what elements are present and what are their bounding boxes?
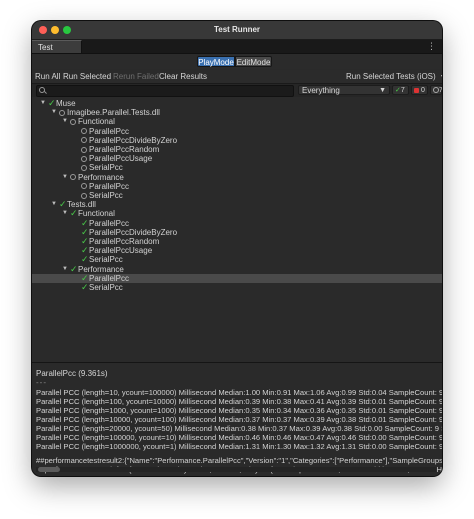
tree-row[interactable]: ✓ SerialPcc [32, 254, 442, 265]
log-line: Parallel PCC (length=100, ycount=10000) … [36, 397, 442, 406]
expand-arrow-icon[interactable]: ▼ [40, 99, 46, 108]
skipped-filter-toggle[interactable]: 7 [430, 85, 442, 95]
log-line: Parallel PCC (length=10000, ycount=100) … [36, 415, 442, 424]
failed-filter-toggle[interactable]: 0 [411, 85, 428, 95]
tree-row-label: ParallelPccRandom [89, 145, 160, 154]
log-line: Parallel PCC (length=10, ycount=100000) … [36, 388, 442, 397]
title-bar: Test Runner [32, 21, 442, 40]
expand-arrow-icon[interactable]: ▼ [62, 209, 68, 218]
run-all-button[interactable]: Run All [35, 71, 60, 82]
expand-arrow-icon[interactable]: ▼ [62, 265, 68, 274]
passed-check-icon: ✓ [81, 254, 89, 265]
tree-row[interactable]: ▼ ✓ Tests.dll [32, 199, 442, 210]
tree-row[interactable]: SerialPcc [32, 191, 442, 200]
tree-row[interactable]: ▼ Imagibee.Parallel.Tests.dll [32, 108, 442, 117]
passed-check-icon: ✓ [48, 98, 56, 108]
passed-count: 7 [400, 87, 405, 94]
passed-check-icon: ✓ [81, 282, 89, 292]
tab-strip: Test Runner ⋮ [32, 40, 442, 65]
tree-row-label: ParallelPcc [89, 218, 130, 228]
tree-row-label: SerialPcc [89, 191, 123, 200]
expand-arrow-icon[interactable]: ▼ [62, 117, 68, 126]
window-title: Test Runner [213, 25, 261, 34]
tree-row[interactable]: ▼ Performance [32, 173, 442, 182]
tree-row-label: ParallelPccUsage [89, 246, 153, 256]
chevron-down-icon: ▼ [440, 74, 442, 81]
playmode-tab[interactable]: PlayMode [197, 56, 235, 67]
tree-row[interactable]: ParallelPcc [32, 127, 442, 136]
chevron-down-icon: ▼ [379, 87, 386, 94]
mode-bar: PlayMode EditMode [32, 54, 442, 69]
run-selected-platform-dropdown[interactable]: Run Selected Tests (iOS) ▼ [346, 71, 442, 82]
tree-row-label: SerialPcc [89, 283, 123, 292]
tree-row[interactable]: ▼ Functional [32, 117, 442, 126]
scrollbar-thumb[interactable] [38, 467, 60, 472]
toolbar: Run All Run Selected Rerun Failed Clear … [32, 70, 442, 83]
search-icon [39, 87, 45, 93]
tree-row-label: ParallelPcc [89, 273, 130, 283]
passed-check-icon: ✓ [59, 199, 67, 210]
expand-arrow-icon[interactable]: ▼ [62, 173, 68, 182]
test-tree: ▼ ✓ Muse ▼ Imagibee.Parallel.Tests.dll ▼ Funct… [32, 97, 442, 362]
skipped-count: 7 [439, 87, 442, 94]
passed-check-icon: ✓ [70, 263, 78, 274]
details-title: ParallelPcc (9.361s) [36, 369, 108, 378]
tree-row[interactable]: ✓ ParallelPcc [32, 218, 442, 228]
filter-bar: Everything ▼ ✓7 0 7 [32, 83, 442, 98]
editmode-tab[interactable]: EditMode [235, 56, 272, 67]
details-panel: ParallelPcc (9.361s) --- Parallel PCC (l… [32, 363, 442, 476]
tree-row-label: ParallelPccDivideByZero [89, 227, 178, 237]
log-line: Parallel PCC (length=100000, ycount=10) … [36, 433, 442, 442]
tree-row-label: Performance [78, 172, 124, 182]
tree-row-label: Muse [56, 99, 76, 108]
category-value: Everything [302, 86, 340, 95]
tree-row[interactable]: ParallelPcc [32, 182, 442, 191]
tree-row[interactable]: SerialPcc [32, 163, 442, 172]
category-dropdown[interactable]: Everything ▼ [298, 85, 390, 95]
tree-row-label: ParallelPccUsage [89, 154, 153, 164]
tree-row[interactable]: ✓ ParallelPccUsage [32, 245, 442, 256]
horizontal-scrollbar[interactable] [36, 467, 436, 472]
passed-filter-toggle[interactable]: ✓7 [392, 85, 409, 95]
tree-row[interactable]: ▼ ✓ Muse [32, 98, 442, 108]
expand-arrow-icon[interactable]: ▼ [51, 108, 57, 117]
tree-row-label: ParallelPccRandom [89, 237, 160, 246]
passed-check-icon: ✓ [70, 208, 78, 219]
tree-row-label: ParallelPcc [89, 181, 130, 191]
run-selected-button[interactable]: Run Selected [63, 71, 111, 82]
tree-row-label: SerialPcc [89, 163, 123, 173]
tree-row-label: Functional [78, 117, 115, 127]
log-line: Parallel PCC (length=1000, ycount=1000) … [36, 406, 442, 415]
log-line: Parallel PCC (length=20000, ycount=50) M… [36, 424, 442, 433]
tree-row-label: Imagibee.Parallel.Tests.dll [67, 108, 160, 118]
log-line: Parallel PCC (length=1000000, ycount=1) … [36, 442, 442, 451]
tree-row[interactable]: ParallelPccUsage [32, 154, 442, 163]
failed-icon [414, 87, 419, 93]
run-selected-platform-label: Run Selected Tests (iOS) [346, 72, 436, 81]
clear-results-button[interactable]: Clear Results [159, 71, 207, 82]
tree-row[interactable]: ✓ SerialPcc [32, 282, 442, 292]
tree-row[interactable]: ✓ ParallelPccDivideByZero [32, 227, 442, 237]
failed-count: 0 [420, 87, 425, 94]
tree-row-label: ParallelPccDivideByZero [89, 135, 178, 145]
tree-row[interactable]: ParallelPccDivideByZero [32, 136, 442, 145]
tree-row[interactable]: ▼ ✓ Performance [32, 263, 442, 274]
search-input[interactable] [36, 85, 294, 97]
test-runner-window: Test Runner Test Runner ⋮ PlayMode EditM… [32, 21, 442, 476]
tree-row[interactable]: ✓ ParallelPccRandom [32, 236, 442, 246]
details-separator: --- [36, 378, 47, 387]
tree-row[interactable]: ▼ ✓ Functional [32, 208, 442, 219]
tree-row[interactable]: ✓ ParallelPcc [32, 273, 442, 283]
log-line: ##performancetestresult2:{"Name":"Perfor… [36, 456, 442, 465]
tree-row-label: SerialPcc [89, 255, 123, 265]
tree-row[interactable]: ParallelPccRandom [32, 145, 442, 154]
tab-test-runner[interactable]: Test Runner [32, 40, 82, 65]
rerun-failed-button[interactable]: Rerun Failed [113, 71, 159, 82]
tab-menu-icon[interactable]: ⋮ [427, 41, 436, 52]
tree-row-label: ParallelPcc [89, 126, 130, 136]
expand-arrow-icon[interactable]: ▼ [51, 200, 57, 209]
